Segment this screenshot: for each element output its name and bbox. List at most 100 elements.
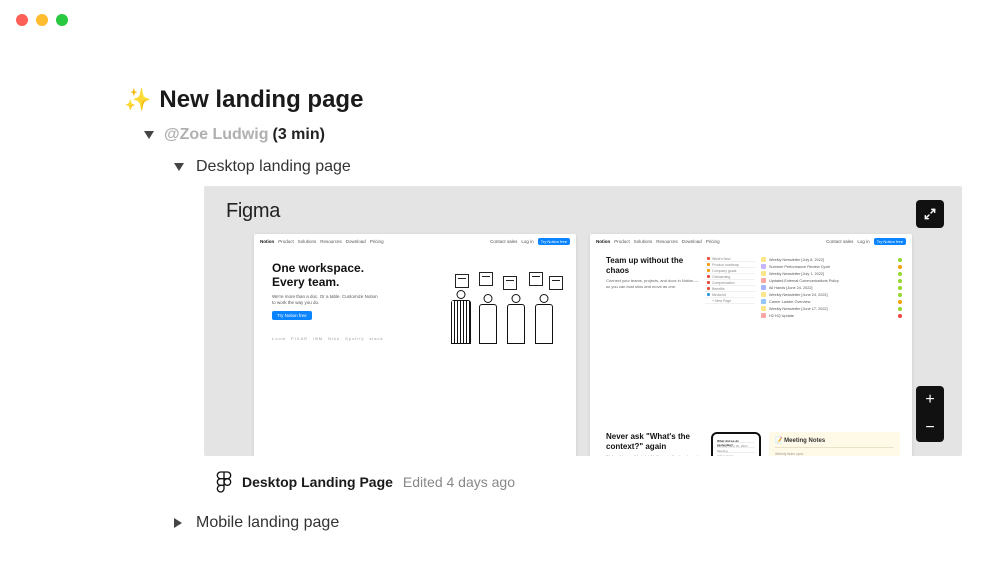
read-duration: (3 min) xyxy=(272,126,324,144)
nav-item: Download xyxy=(682,239,702,244)
status-dot-icon xyxy=(898,314,902,318)
nav-logo: Notion xyxy=(596,239,610,244)
hero-cta: Try Notion free xyxy=(272,311,312,320)
nav-contact: Contact sales xyxy=(490,239,517,244)
author-toggle-row[interactable]: @Zoe Ludwig (3 min) xyxy=(144,126,1000,144)
person-icon xyxy=(479,304,497,344)
nav-item: Resources xyxy=(656,239,678,244)
author-mention[interactable]: @Zoe Ludwig xyxy=(164,126,268,144)
illus-card-icon xyxy=(549,276,563,290)
row-label: All Hands [June 24, 2022] xyxy=(769,286,812,290)
status-dot-icon xyxy=(898,279,902,283)
row-icon xyxy=(761,285,766,290)
row-label: Weekly Newsletter [July 8, 2022] xyxy=(769,258,824,262)
person-icon xyxy=(451,300,471,344)
status-dot-icon xyxy=(898,286,902,290)
figma-embed[interactable]: Figma + − Notion Product Solutions Resou… xyxy=(204,186,962,456)
notes-icon: 📝 xyxy=(775,438,782,444)
person-icon xyxy=(535,304,553,344)
bullet-icon xyxy=(707,263,710,266)
list-row: Career Ladder Overview xyxy=(761,298,902,305)
maximize-window-icon[interactable] xyxy=(56,14,68,26)
nav-login: Log in xyxy=(521,239,533,244)
list-row: Weekly Newsletter [July 1, 2022] xyxy=(761,270,902,277)
list-row: Summer Performance Review Cycle xyxy=(761,263,902,270)
design-frame-teamup: Notion Product Solutions Resources Downl… xyxy=(590,234,912,456)
embed-caption: Desktop Landing Page Edited 4 days ago xyxy=(216,470,1000,494)
bullet-icon xyxy=(707,299,710,302)
nav-logo: Notion xyxy=(260,239,274,244)
minimize-window-icon[interactable] xyxy=(36,14,48,26)
zoom-in-button[interactable]: + xyxy=(925,391,934,409)
illus-card-icon xyxy=(529,272,543,286)
section2-headline: Never ask "What's the context?" again xyxy=(606,432,701,451)
bullet-icon xyxy=(707,293,710,296)
figma-canvas[interactable]: Notion Product Solutions Resources Downl… xyxy=(254,234,912,456)
sparkles-icon: ✨ xyxy=(124,87,151,113)
row-label: Updated External Communications Policy xyxy=(769,279,839,283)
row-label: Weekly Newsletter [July 1, 2022] xyxy=(769,272,824,276)
section-headline: Team up without the chaos xyxy=(606,256,701,275)
nav-item: Pricing xyxy=(706,239,720,244)
section-sub: Connect your teams, projects, and docs i… xyxy=(606,278,701,289)
status-dot-icon xyxy=(898,272,902,276)
row-icon xyxy=(761,299,766,304)
sidebar-label: Company goals xyxy=(712,269,736,273)
list-row: Updated External Communications Policy xyxy=(761,277,902,284)
row-icon xyxy=(761,278,766,283)
caption-filename[interactable]: Desktop Landing Page xyxy=(242,474,393,490)
sidebar-label: Onboarding xyxy=(712,275,730,279)
list-row: All Hands [June 24, 2022] xyxy=(761,284,902,291)
status-dot-icon xyxy=(898,258,902,262)
bullet-icon xyxy=(707,275,710,278)
row-label: Weekly Newsletter [June 17, 2022] xyxy=(769,307,828,311)
zoom-controls: + − xyxy=(916,386,944,442)
nav-item: Solutions xyxy=(634,239,653,244)
sidebar-label: Compensation xyxy=(712,281,735,285)
expand-icon xyxy=(923,207,937,221)
chevron-down-icon[interactable] xyxy=(174,163,184,171)
illus-card-icon xyxy=(455,274,469,288)
list-row: Weekly Newsletter [June 17, 2022] xyxy=(761,305,902,312)
nav-login: Log in xyxy=(857,239,869,244)
chevron-right-icon[interactable] xyxy=(174,518,182,528)
status-dot-icon xyxy=(898,293,902,297)
page-title: New landing page xyxy=(159,86,363,114)
design-frame-hero: Notion Product Solutions Resources Downl… xyxy=(254,234,576,456)
list-row: Weekly Newsletter [June 24, 2022] xyxy=(761,291,902,298)
sidebar-label: Media kit xyxy=(712,293,726,297)
phone-mockup: What did we do yesterday? Monday June 20… xyxy=(711,432,761,456)
row-label: Weekly Newsletter [June 24, 2022] xyxy=(769,293,828,297)
illus-card-icon xyxy=(479,272,493,286)
bullet-icon xyxy=(707,287,710,290)
hero-illustration xyxy=(451,272,566,344)
section2-sub: Stale wikis aren't helpful. Neither are … xyxy=(606,454,701,456)
row-icon xyxy=(761,313,766,318)
nav-contact: Contact sales xyxy=(826,239,853,244)
mini-list: Weekly Newsletter [July 8, 2022]Summer P… xyxy=(761,256,902,319)
nav-bar: Notion Product Solutions Resources Downl… xyxy=(590,234,912,248)
person-icon xyxy=(507,304,525,344)
expand-button[interactable] xyxy=(916,200,944,228)
list-row: Weekly Newsletter [July 8, 2022] xyxy=(761,256,902,263)
row-icon xyxy=(761,306,766,311)
row-icon xyxy=(761,264,766,269)
chevron-down-icon[interactable] xyxy=(144,131,154,139)
close-window-icon[interactable] xyxy=(16,14,28,26)
status-dot-icon xyxy=(898,265,902,269)
nav-item: Product xyxy=(278,239,294,244)
nav-item: Resources xyxy=(320,239,342,244)
nav-item: Download xyxy=(346,239,366,244)
nav-item: Product xyxy=(614,239,630,244)
nav-item: Pricing xyxy=(370,239,384,244)
row-label: H2 HQ Update xyxy=(769,314,794,318)
sidebar-label: What's New xyxy=(712,257,731,261)
bullet-icon xyxy=(707,281,710,284)
sidebar-row: + New Page xyxy=(705,298,755,304)
notes-row: Weekly team sync xyxy=(775,451,894,456)
section-desktop-toggle[interactable]: Desktop landing page xyxy=(174,158,1000,176)
figma-app-label: Figma xyxy=(226,200,280,223)
section-mobile-toggle[interactable]: Mobile landing page xyxy=(174,514,1000,532)
notes-title: Meeting Notes xyxy=(784,438,825,444)
zoom-out-button[interactable]: − xyxy=(925,419,934,437)
